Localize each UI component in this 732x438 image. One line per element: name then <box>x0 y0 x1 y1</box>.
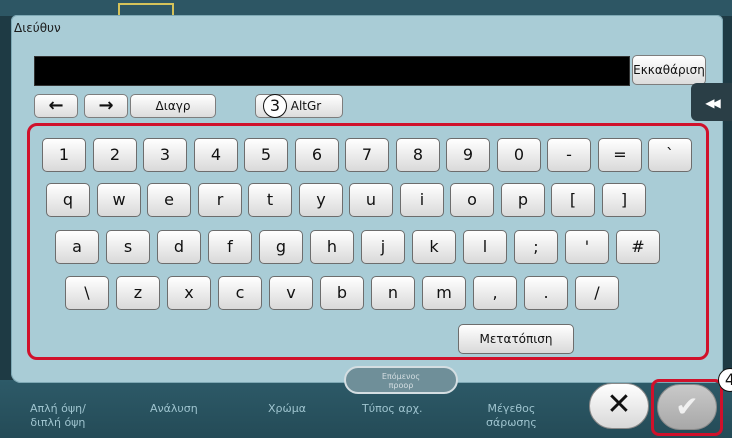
keyboard-key[interactable]: 2 <box>93 138 137 172</box>
arrow-left-icon: ← <box>48 95 64 116</box>
keyboard-key[interactable]: s <box>106 230 150 264</box>
keyboard-key[interactable]: f <box>208 230 252 264</box>
keyboard-key[interactable]: = <box>598 138 642 172</box>
background-tab-duplex: Απλή όψη/διπλή όψη <box>30 402 86 429</box>
keyboard-key[interactable]: 1 <box>42 138 86 172</box>
keyboard-key[interactable]: i <box>400 183 444 217</box>
keyboard-key[interactable]: m <box>422 276 466 310</box>
keyboard-key[interactable]: v <box>269 276 313 310</box>
keyboard-key[interactable]: a <box>55 230 99 264</box>
keyboard-key[interactable]: - <box>547 138 591 172</box>
keyboard-key[interactable]: p <box>501 183 545 217</box>
keyboard-key[interactable]: h <box>310 230 354 264</box>
keyboard-key[interactable]: k <box>412 230 456 264</box>
next-destination-label-2: προορ <box>388 381 414 390</box>
keyboard-key[interactable]: . <box>524 276 568 310</box>
background-tab-original-type: Τύπος αρχ. <box>362 402 423 415</box>
cursor-left-button[interactable]: ← <box>34 94 78 118</box>
keyboard-key[interactable]: g <box>259 230 303 264</box>
keyboard-key[interactable]: j <box>361 230 405 264</box>
close-icon: ✕ <box>606 387 632 422</box>
background-top-bar <box>0 0 732 19</box>
keyboard-key[interactable]: 6 <box>295 138 339 172</box>
background-tab-color: Χρώμα <box>268 402 306 415</box>
keyboard-key[interactable]: 3 <box>143 138 187 172</box>
keyboard-key[interactable]: ` <box>648 138 692 172</box>
keyboard-key[interactable]: ' <box>565 230 609 264</box>
keyboard-key[interactable]: y <box>299 183 343 217</box>
keyboard-key[interactable]: q <box>46 183 90 217</box>
keyboard-key[interactable]: o <box>450 183 494 217</box>
cursor-right-button[interactable]: → <box>84 94 128 118</box>
keyboard-key[interactable]: l <box>463 230 507 264</box>
background-tab-scan-size: Μέγεθος σάρωσης <box>486 402 537 429</box>
keyboard-key[interactable]: u <box>349 183 393 217</box>
delete-button[interactable]: Διαγρ <box>130 94 216 118</box>
clear-button[interactable]: Εκκαθάριση <box>632 55 706 85</box>
keyboard-key[interactable]: # <box>616 230 660 264</box>
keyboard-key[interactable]: ] <box>602 183 646 217</box>
keyboard-key[interactable]: / <box>575 276 619 310</box>
keyboard-key[interactable]: ; <box>514 230 558 264</box>
keyboard-key[interactable]: [ <box>551 183 595 217</box>
ok-button[interactable]: ✔ <box>657 384 717 430</box>
background-tab-resolution: Ανάλυση <box>150 402 198 415</box>
keyboard-key[interactable]: \ <box>65 276 109 310</box>
keyboard-key[interactable]: 5 <box>244 138 288 172</box>
keyboard-key[interactable]: z <box>116 276 160 310</box>
next-destination-label: Επόμενος <box>381 372 421 381</box>
keyboard-key[interactable]: n <box>371 276 415 310</box>
keyboard-key[interactable]: w <box>97 183 141 217</box>
keyboard-key[interactable]: x <box>167 276 211 310</box>
address-input[interactable] <box>34 56 630 86</box>
keyboard-key[interactable]: 8 <box>396 138 440 172</box>
keyboard-key[interactable]: 9 <box>446 138 490 172</box>
arrow-right-icon: → <box>98 95 114 116</box>
keyboard-key[interactable]: , <box>473 276 517 310</box>
keyboard-key[interactable]: b <box>320 276 364 310</box>
step-callout-3: 3 <box>263 94 287 118</box>
shift-key[interactable]: Μετατόπιση <box>458 324 574 354</box>
cancel-button[interactable]: ✕ <box>589 383 649 429</box>
collapse-panel-button[interactable]: ◀◀ <box>691 83 732 121</box>
keyboard-key[interactable]: d <box>157 230 201 264</box>
checkmark-icon: ✔ <box>675 390 699 423</box>
dialog-title: Διεύθυν <box>14 21 61 35</box>
keyboard-key[interactable]: r <box>198 183 242 217</box>
keyboard-key[interactable]: e <box>147 183 191 217</box>
keyboard-key[interactable]: 4 <box>194 138 238 172</box>
keyboard-key[interactable]: c <box>218 276 262 310</box>
keyboard-key[interactable]: 0 <box>497 138 541 172</box>
next-destination-button[interactable]: Επόμενος προορ <box>344 366 458 394</box>
double-chevron-left-icon: ◀◀ <box>705 96 721 110</box>
keyboard-key[interactable]: t <box>248 183 292 217</box>
keyboard-key[interactable]: 7 <box>345 138 389 172</box>
